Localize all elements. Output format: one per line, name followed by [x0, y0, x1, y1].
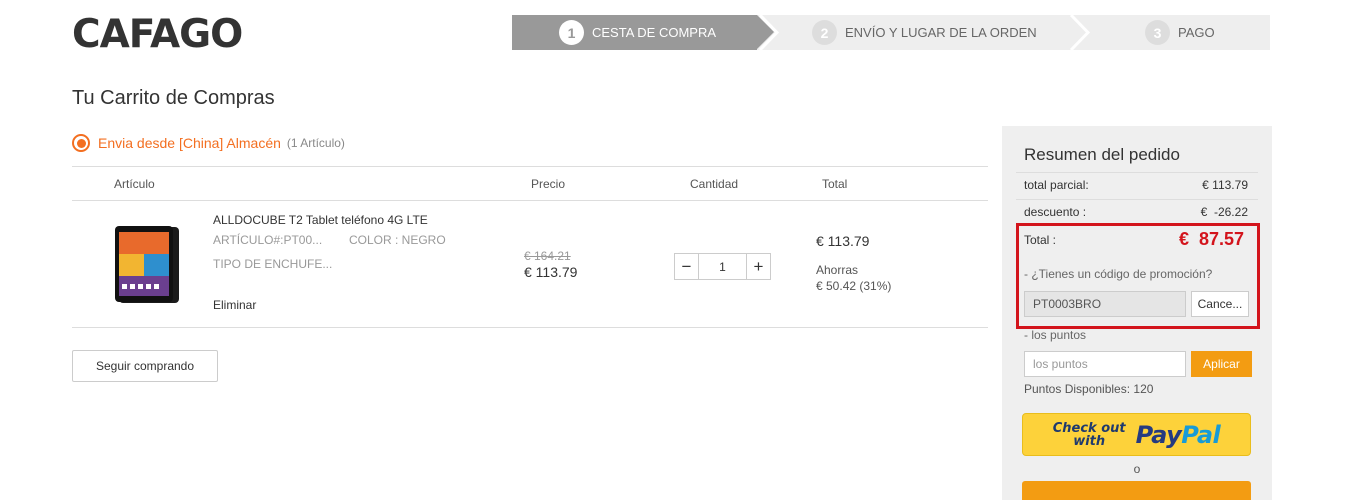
header-total: Total	[822, 177, 848, 191]
paypal-check-out: Check out	[1052, 420, 1126, 436]
remove-item-link[interactable]: Eliminar	[213, 298, 256, 312]
promo-code-input[interactable]	[1024, 291, 1186, 317]
step-chevron-1	[758, 15, 780, 50]
step-label-shipping: ENVÍO Y LUGAR DE LA ORDEN	[845, 25, 1037, 40]
header-price: Precio	[531, 177, 566, 191]
total-value: € 87.57	[1178, 229, 1244, 249]
place-order-button[interactable]	[1022, 481, 1251, 500]
savings-label: Ahorras	[816, 263, 859, 277]
increase-quantity-button[interactable]: +	[746, 253, 771, 280]
step-number-2: 2	[812, 20, 837, 45]
divider	[72, 200, 988, 201]
step-number-3: 3	[1145, 20, 1170, 45]
page-title: Tu Carrito de Compras	[72, 87, 275, 109]
paypal-with: with	[1073, 433, 1106, 449]
warehouse-selector[interactable]: Envia desde [China] Almacén (1 Artículo)	[72, 134, 345, 152]
subtotal-row: total parcial: € 113.79	[1024, 178, 1248, 192]
points-label: - los puntos	[1024, 328, 1087, 342]
paypal-checkout-button[interactable]: Check out with PayPal	[1022, 413, 1251, 456]
step-number-1: 1	[559, 20, 584, 45]
points-input[interactable]	[1024, 351, 1186, 377]
product-plug-type: TIPO DE ENCHUFE...	[213, 257, 333, 271]
subtotal-value: € 113.79	[1202, 178, 1248, 192]
discount-row: descuento : € -26.22	[1024, 205, 1248, 219]
product-name[interactable]: ALLDOCUBE T2 Tablet teléfono 4G LTE	[213, 213, 428, 227]
paypal-checkout-text: Check out with	[1053, 422, 1126, 448]
step-label-payment: PAGO	[1178, 25, 1215, 40]
total-row: Total : € 87.57	[1024, 229, 1244, 250]
discount-label: descuento :	[1024, 205, 1087, 219]
divider	[72, 166, 988, 167]
cancel-promo-button[interactable]: Cance...	[1191, 291, 1249, 317]
subtotal-label: total parcial:	[1024, 178, 1089, 192]
step-shipping: 2 ENVÍO Y LUGAR DE LA ORDEN	[812, 15, 1037, 50]
original-price: € 164.21	[524, 249, 571, 263]
divider	[1016, 172, 1258, 173]
warehouse-radio[interactable]	[72, 134, 90, 152]
warehouse-label: Envia desde [China] Almacén	[98, 135, 281, 151]
cafago-logo[interactable]: CAFAGO	[72, 14, 243, 56]
header-item: Artículo	[114, 177, 155, 191]
warehouse-item-count: (1 Artículo)	[286, 136, 345, 150]
quantity-stepper: − +	[674, 253, 771, 280]
summary-title: Resumen del pedido	[1024, 145, 1180, 164]
product-color: COLOR : NEGRO	[349, 233, 446, 247]
paypal-logo-pay: Pay	[1135, 420, 1182, 449]
discount-value: € -26.22	[1200, 205, 1248, 219]
total-label: Total :	[1024, 232, 1057, 247]
line-total: € 113.79	[816, 233, 870, 249]
quantity-input[interactable]	[699, 253, 746, 280]
paypal-logo: PayPal	[1136, 421, 1221, 449]
product-sku: ARTÍCULO#:PT00...	[213, 233, 323, 247]
divider	[1016, 199, 1258, 200]
apply-points-button[interactable]: Aplicar	[1191, 351, 1252, 377]
divider	[72, 327, 988, 328]
sale-price: € 113.79	[524, 264, 578, 280]
points-available: Puntos Disponibles: 120	[1024, 382, 1154, 396]
step-payment: 3 PAGO	[1145, 15, 1215, 50]
step-label-cart: CESTA DE COMPRA	[592, 25, 717, 40]
step-cart: 1 CESTA DE COMPRA	[512, 15, 757, 50]
product-image[interactable]	[113, 224, 183, 306]
checkout-steps: 1 CESTA DE COMPRA 2 ENVÍO Y LUGAR DE LA …	[512, 15, 1270, 50]
decrease-quantity-button[interactable]: −	[674, 253, 699, 280]
continue-shopping-button[interactable]: Seguir comprando	[72, 350, 218, 382]
header-quantity: Cantidad	[690, 177, 739, 191]
step-chevron-2	[1069, 15, 1091, 50]
order-summary-panel: Resumen del pedido total parcial: € 113.…	[1002, 126, 1272, 500]
savings-value: € 50.42 (31%)	[816, 279, 892, 293]
paypal-logo-pal: Pal	[1181, 420, 1221, 449]
promo-code-label: - ¿Tienes un código de promoción?	[1024, 267, 1213, 281]
or-separator: o	[1133, 462, 1141, 476]
